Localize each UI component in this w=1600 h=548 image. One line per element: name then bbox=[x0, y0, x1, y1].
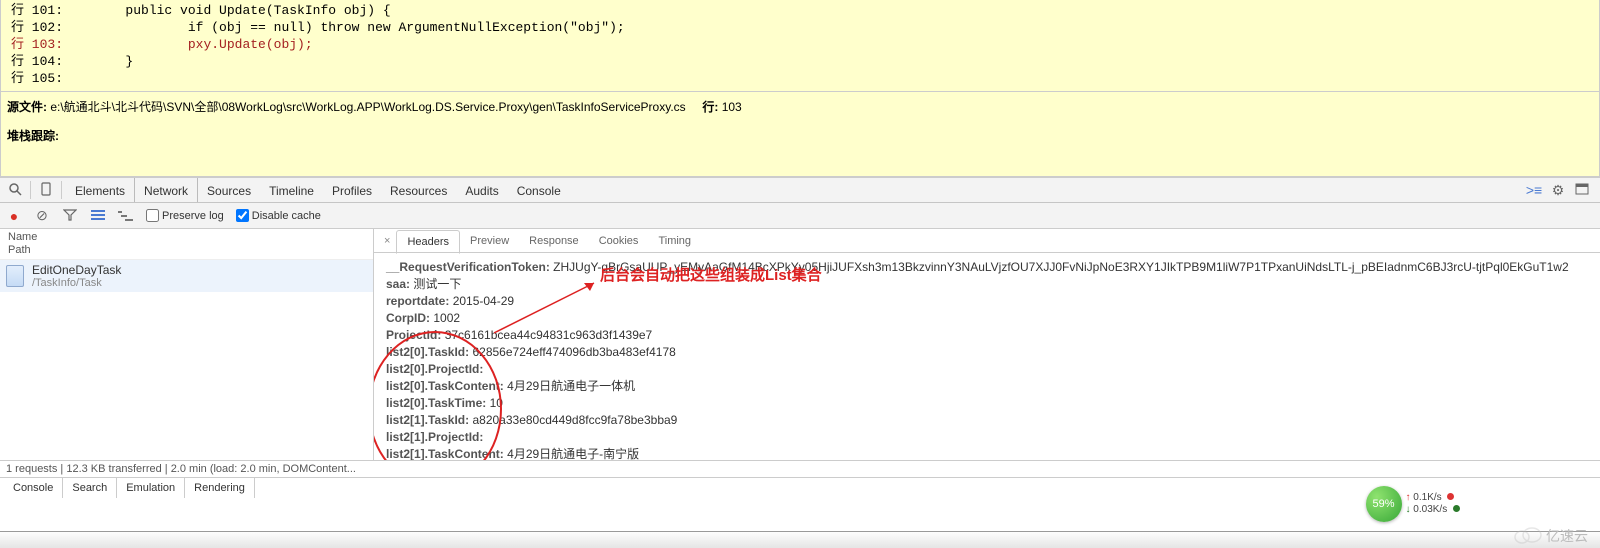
network-toolbar: ● ⊘ Preserve log Disable cache bbox=[0, 203, 1600, 229]
timeline-icon[interactable] bbox=[118, 208, 134, 224]
tab-network[interactable]: Network bbox=[134, 178, 198, 202]
code-line-highlighted: 行 103: pxy.Update(obj); bbox=[11, 36, 1589, 53]
preserve-log-toggle[interactable]: Preserve log bbox=[146, 209, 224, 222]
drawer-tab-emulation[interactable]: Emulation bbox=[117, 478, 185, 498]
watermark: 亿速云 bbox=[1514, 526, 1588, 546]
drawer-icon[interactable]: >≡ bbox=[1522, 182, 1546, 198]
devtools-tabbar: Elements Network Sources Timeline Profil… bbox=[0, 177, 1600, 203]
detail-tabs: × Headers Preview Response Cookies Timin… bbox=[374, 229, 1600, 253]
dock-icon[interactable] bbox=[1570, 182, 1594, 198]
code-line: 行 104: } bbox=[11, 53, 1589, 70]
tab-timeline[interactable]: Timeline bbox=[260, 178, 323, 202]
view-icon[interactable] bbox=[90, 208, 106, 224]
record-icon[interactable]: ● bbox=[6, 208, 22, 224]
document-icon bbox=[6, 265, 24, 287]
request-list: Name Path EditOneDayTask /TaskInfo/Task bbox=[0, 229, 374, 460]
filter-icon[interactable] bbox=[62, 208, 78, 224]
code-line: 行 102: if (obj == null) throw new Argume… bbox=[11, 19, 1589, 36]
status-bar: 1 requests | 12.3 KB transferred | 2.0 m… bbox=[0, 460, 1600, 477]
drawer-tab-rendering[interactable]: Rendering bbox=[185, 478, 255, 498]
disable-cache-toggle[interactable]: Disable cache bbox=[236, 209, 321, 222]
tab-timing[interactable]: Timing bbox=[648, 230, 701, 252]
drawer-tab-console[interactable]: Console bbox=[4, 478, 63, 498]
tab-cookies[interactable]: Cookies bbox=[589, 230, 649, 252]
source-file-label: 源文件: bbox=[7, 100, 47, 114]
drawer-tabs: Console Search Emulation Rendering bbox=[0, 477, 1600, 497]
line-label: 行: bbox=[702, 100, 718, 114]
source-info: 源文件: e:\航通北斗\北斗代码\SVN\全部\08WorkLog\src\W… bbox=[0, 92, 1600, 177]
error-code-panel: 行 101: public void Update(TaskInfo obj) … bbox=[0, 0, 1600, 92]
close-icon[interactable]: × bbox=[378, 235, 396, 247]
drawer-tab-search[interactable]: Search bbox=[63, 478, 117, 498]
device-icon[interactable] bbox=[35, 182, 57, 199]
request-name: EditOneDayTask bbox=[32, 263, 121, 277]
request-list-header[interactable]: Name Path bbox=[0, 229, 373, 260]
download-icon: ↓ bbox=[1406, 504, 1411, 515]
request-path: /TaskInfo/Task bbox=[32, 277, 121, 289]
form-data: __RequestVerificationToken: ZHJUgY-qBrGs… bbox=[374, 253, 1600, 460]
tab-resources[interactable]: Resources bbox=[381, 178, 456, 202]
settings-icon[interactable]: ⚙ bbox=[1546, 182, 1570, 199]
tab-preview[interactable]: Preview bbox=[460, 230, 519, 252]
line-value: 103 bbox=[722, 100, 742, 114]
tab-audits[interactable]: Audits bbox=[456, 178, 507, 202]
request-row[interactable]: EditOneDayTask /TaskInfo/Task bbox=[0, 260, 373, 292]
tab-sources[interactable]: Sources bbox=[198, 178, 260, 202]
speed-badge: 59% bbox=[1366, 486, 1402, 522]
annotation-text: 后台会自动把这些组装成List集合 bbox=[600, 267, 822, 284]
taskbar bbox=[0, 531, 1600, 548]
tab-elements[interactable]: Elements bbox=[66, 178, 134, 202]
tab-headers[interactable]: Headers bbox=[396, 230, 460, 254]
code-line: 行 105: bbox=[11, 70, 1589, 87]
source-file-path: e:\航通北斗\北斗代码\SVN\全部\08WorkLog\src\WorkLo… bbox=[50, 100, 685, 114]
tab-console[interactable]: Console bbox=[508, 178, 570, 202]
tab-response[interactable]: Response bbox=[519, 230, 589, 252]
stack-trace-label: 堆栈跟踪: bbox=[7, 129, 59, 143]
request-details: × Headers Preview Response Cookies Timin… bbox=[374, 229, 1600, 460]
upload-icon: ↑ bbox=[1406, 492, 1411, 503]
tab-profiles[interactable]: Profiles bbox=[323, 178, 381, 202]
network-speed-widget[interactable]: 59% ↑ 0.1K/s ↓ 0.03K/s bbox=[1366, 486, 1460, 522]
search-icon[interactable] bbox=[4, 182, 26, 199]
clear-icon[interactable]: ⊘ bbox=[34, 207, 50, 224]
code-line: 行 101: public void Update(TaskInfo obj) … bbox=[11, 2, 1589, 19]
